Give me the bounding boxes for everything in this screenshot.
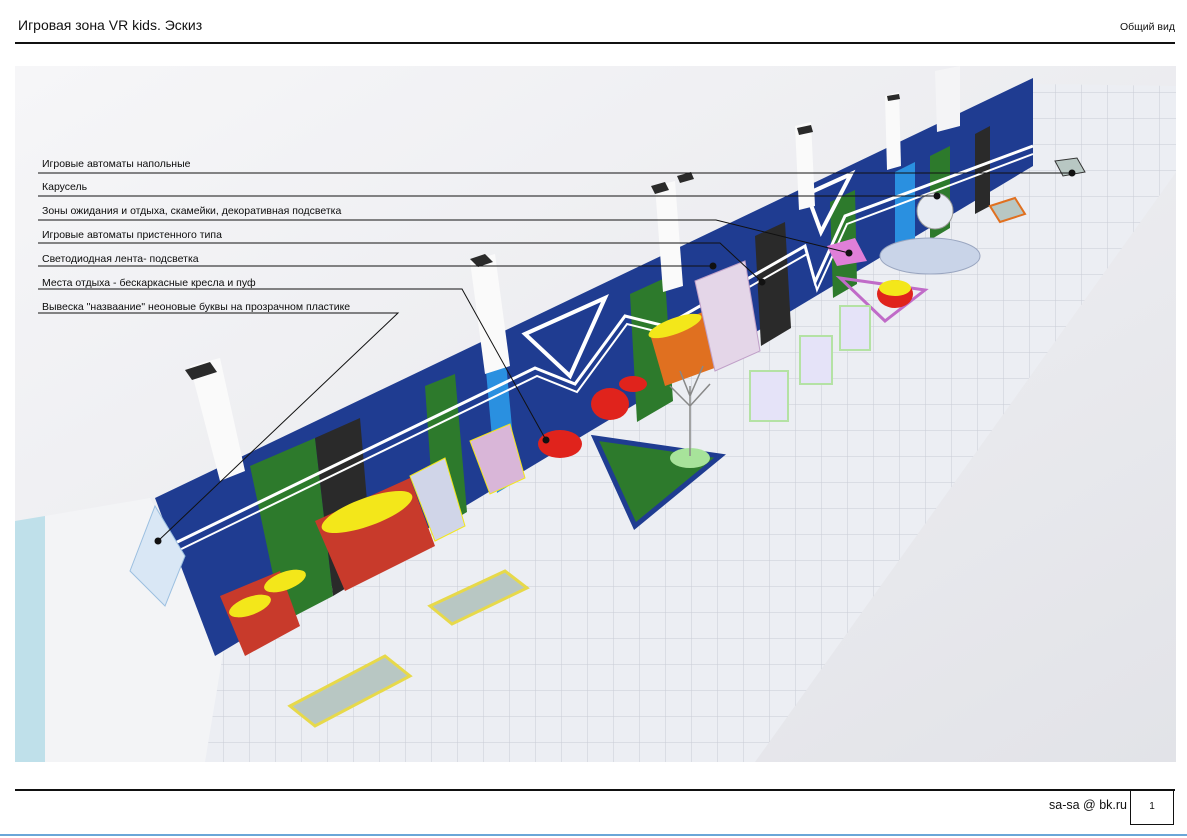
callout-leaders bbox=[38, 169, 1076, 545]
bottom-accent-line bbox=[0, 834, 1187, 836]
callout-sign: Вывеска "назваание" неоновые буквы на пр… bbox=[42, 301, 351, 313]
callout-carousel: Карусель bbox=[42, 181, 88, 193]
page-number-box: 1 bbox=[1130, 789, 1174, 825]
callout-floor-arcade: Игровые автоматы напольные bbox=[42, 158, 191, 170]
callout-rest-places: Места отдыха - бескаркасные кресла и пуф bbox=[42, 277, 256, 289]
callout-waiting-zones: Зоны ожидания и отдыха, скамейки, декора… bbox=[42, 205, 342, 217]
footer-divider bbox=[15, 789, 1175, 791]
page-number: 1 bbox=[1149, 801, 1155, 812]
callout-led-strip: Светодиодная лента- подсветка bbox=[42, 253, 199, 265]
callout-wall-arcade: Игровые автоматы пристенного типа bbox=[42, 229, 222, 241]
footer-email: sa-sa @ bk.ru bbox=[1049, 798, 1127, 812]
